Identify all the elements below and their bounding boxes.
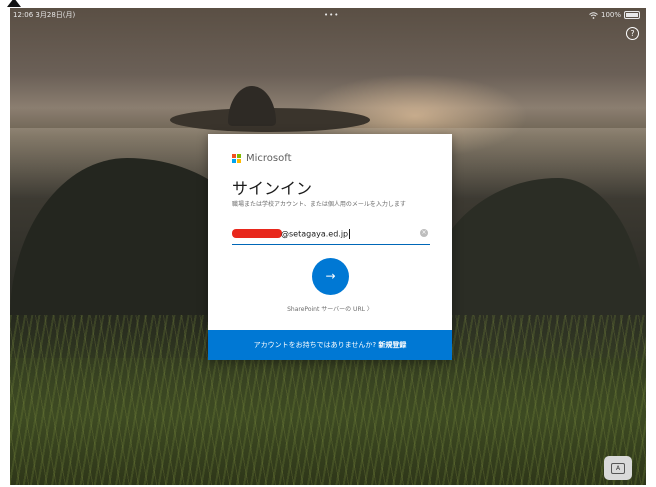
sharepoint-link-label: SharePoint サーバーの URL: [287, 306, 365, 313]
status-clock: 12:06: [13, 11, 34, 19]
keyboard-button[interactable]: A: [604, 456, 632, 480]
status-time: 12:06 3月28日(月): [13, 8, 75, 22]
redaction-mark: [232, 229, 282, 238]
status-right: 100%: [589, 8, 640, 22]
touch-pointer-icon: [7, 0, 21, 7]
chevron-right-icon: 〉: [366, 306, 373, 313]
status-date: 3月28日(月): [35, 11, 76, 19]
signin-instructions: 職場または学校アカウント、または個人用のメールを入力します: [232, 201, 406, 208]
sharepoint-url-link[interactable]: SharePoint サーバーの URL 〉: [208, 304, 452, 313]
signin-dialog: Microsoft サインイン 職場または学校アカウント、または個人用のメールを…: [208, 134, 452, 360]
battery-icon: [624, 11, 640, 19]
clear-input-icon[interactable]: ×: [420, 229, 428, 237]
arrow-right-icon: →: [325, 269, 336, 283]
help-button[interactable]: ?: [626, 27, 639, 40]
email-value[interactable]: @setagaya.ed.jp: [281, 229, 351, 239]
background-mountain-peak: [228, 86, 276, 126]
multitasking-dots[interactable]: •••: [324, 8, 339, 22]
keyboard-icon: A: [611, 462, 625, 474]
page-title: サインイン: [232, 179, 313, 198]
signup-banner: アカウントをお持ちではありませんか? 新規登録: [208, 330, 452, 360]
help-icon: ?: [630, 29, 635, 38]
brand-name: Microsoft: [246, 153, 292, 164]
battery-percent: 100%: [600, 11, 621, 19]
status-bar: 12:06 3月28日(月) ••• 100%: [10, 8, 646, 22]
next-button[interactable]: →: [312, 258, 349, 295]
text-caret: [349, 229, 351, 239]
microsoft-brand: Microsoft: [232, 153, 292, 164]
email-text: @setagaya.ed.jp: [281, 229, 349, 239]
email-field[interactable]: @setagaya.ed.jp ×: [232, 226, 430, 245]
wifi-icon: [589, 11, 598, 19]
microsoft-logo-icon: [232, 153, 242, 164]
signup-link[interactable]: 新規登録: [378, 341, 406, 349]
signup-question: アカウントをお持ちではありませんか?: [253, 341, 377, 349]
